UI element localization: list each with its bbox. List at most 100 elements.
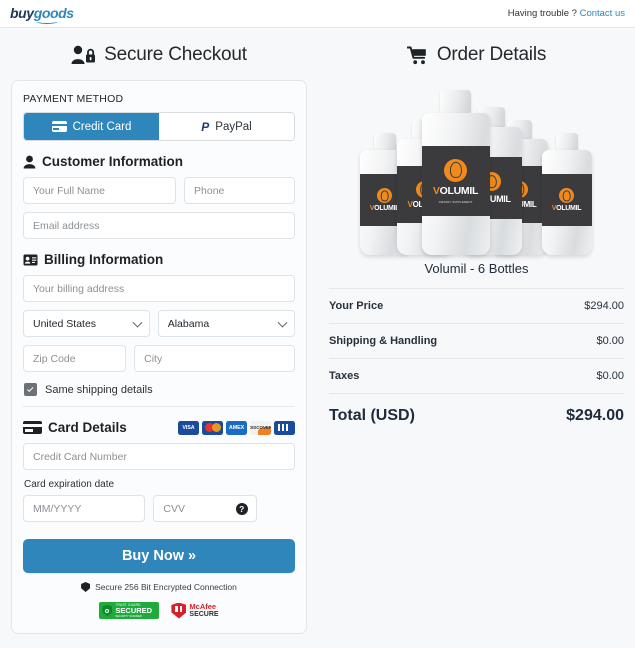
order-details-column: Order Details VOLUMIL V OLUMIL VOLUMIL O…	[318, 28, 635, 425]
country-select[interactable]: United States	[23, 310, 150, 337]
expiry-cvv-row: MM/YYYY CVV ?	[23, 495, 295, 522]
email-input[interactable]: Email address	[23, 212, 295, 239]
checkout-column: Secure Checkout PAYMENT METHOD Credit Ca…	[0, 28, 318, 634]
card-expiration-label: Card expiration date	[24, 479, 115, 490]
price-row-shipping: Shipping & Handling $0.00	[329, 323, 624, 358]
tab-credit-card-label: Credit Card	[72, 120, 132, 133]
same-shipping-checkbox[interactable]	[24, 383, 37, 396]
top-header-bar: buygoods Having trouble ? Contact us	[0, 0, 635, 28]
having-trouble-label: Having trouble ?	[507, 8, 577, 19]
logo-text-buy: buy	[10, 4, 34, 21]
secure-checkout-title: Secure Checkout	[104, 44, 247, 65]
customer-information-heading: Customer Information	[23, 154, 295, 169]
total-value: $294.00	[566, 407, 624, 424]
bottle-label-initial: V	[432, 184, 440, 197]
checkout-page: buygoods Having trouble ? Contact us Sec…	[0, 0, 635, 648]
price-row-your-price: Your Price $294.00	[329, 288, 624, 323]
payment-card-panel: PAYMENT METHOD Credit Card P PayPal Cust…	[11, 80, 307, 634]
visa-icon: VISA	[178, 420, 199, 435]
card-details-divider	[23, 406, 295, 407]
secure-checkout-heading: Secure Checkout	[0, 44, 318, 66]
tab-paypal-label: PayPal	[215, 120, 252, 133]
card-details-heading: Card Details VISA AMEX DISCOVER	[23, 420, 295, 435]
card-brand-logos: VISA AMEX DISCOVER	[178, 420, 295, 435]
discover-label: DISCOVER	[250, 425, 271, 430]
customer-information-label: Customer Information	[42, 154, 184, 169]
country-select-value: United States	[23, 310, 150, 337]
city-input[interactable]: City	[134, 345, 295, 372]
help-text-wrapper: Having trouble ? Contact us	[508, 8, 625, 19]
taxes-label: Taxes	[329, 370, 360, 382]
order-details-title: Order Details	[436, 44, 547, 65]
bottle-label-name: OLUMIL	[439, 184, 479, 197]
trust-badges: TRUST GUARD SECURED SECURITY SCANNED McA…	[23, 602, 295, 619]
order-details-heading: Order Details	[318, 44, 635, 66]
payment-method-tabs: Credit Card P PayPal	[23, 112, 295, 141]
country-state-row: United States Alabama	[23, 310, 295, 337]
same-shipping-row[interactable]: Same shipping details	[24, 383, 295, 396]
tab-paypal[interactable]: P PayPal	[159, 113, 294, 140]
your-price-label: Your Price	[329, 300, 384, 312]
full-name-input[interactable]: Your Full Name	[23, 177, 177, 204]
logo-swoosh-icon	[36, 19, 58, 24]
question-mark-icon[interactable]: ?	[235, 502, 248, 515]
expiration-input[interactable]: MM/YYYY	[23, 495, 146, 522]
shipping-value: $0.00	[596, 335, 624, 347]
billing-address-input[interactable]: Your billing address	[23, 275, 295, 302]
taxes-value: $0.00	[596, 370, 624, 382]
state-select[interactable]: Alabama	[157, 310, 295, 337]
email-row: Email address	[23, 212, 295, 239]
shopping-cart-icon	[406, 46, 426, 64]
contact-us-link[interactable]: Contact us	[580, 8, 625, 19]
billing-address-row: Your billing address	[23, 275, 295, 302]
secured-shield-icon	[102, 604, 113, 617]
cvv-wrapper: CVV ?	[153, 495, 257, 522]
card-number-input[interactable]: Credit Card Number	[23, 443, 295, 470]
card-details-label: Card Details	[48, 420, 127, 435]
buygoods-logo[interactable]: buygoods	[10, 4, 74, 24]
zip-code-input[interactable]: Zip Code	[23, 345, 127, 372]
secured-badge-main: SECURED	[115, 606, 153, 615]
billing-information-heading: Billing Information	[23, 252, 295, 267]
mcafee-secure-badge[interactable]: McAfee SECURE	[171, 602, 219, 619]
bottle-label-sub: DIETARY SUPPLEMENT	[438, 199, 473, 204]
generic-card-icon	[274, 420, 295, 435]
main-columns: Secure Checkout PAYMENT METHOD Credit Ca…	[0, 28, 635, 634]
mcafee-shield-icon	[171, 602, 187, 619]
secured-badge-bottom: SECURITY SCANNED	[115, 615, 142, 618]
secure-connection-note: Secure 256 Bit Encrypted Connection	[23, 582, 295, 592]
buy-now-button[interactable]: Buy Now »	[23, 539, 295, 573]
person-icon	[23, 155, 36, 168]
person-lock-icon	[71, 45, 96, 64]
discover-icon: DISCOVER	[250, 420, 271, 435]
price-row-total: Total (USD) $294.00	[329, 393, 624, 425]
billing-information-label: Billing Information	[44, 252, 164, 267]
check-icon	[26, 385, 33, 392]
mastercard-icon	[202, 420, 223, 435]
phone-input[interactable]: Phone	[184, 177, 295, 204]
product-name: Volumil - 6 Bottles	[424, 261, 529, 276]
credit-card-icon	[51, 121, 67, 132]
state-select-value: Alabama	[157, 310, 295, 337]
secure-connection-text: Secure 256 Bit Encrypted Connection	[95, 582, 237, 592]
payment-method-label: PAYMENT METHOD	[23, 93, 124, 105]
your-price-value: $294.00	[584, 300, 624, 312]
card-icon	[23, 421, 42, 434]
shipping-label: Shipping & Handling	[329, 335, 438, 347]
trust-guard-secured-badge[interactable]: TRUST GUARD SECURED SECURITY SCANNED	[99, 602, 160, 619]
tab-credit-card[interactable]: Credit Card	[24, 113, 159, 140]
bottle-group: VOLUMIL V OLUMIL VOLUMIL OLUMIL VOLUMIL …	[352, 90, 602, 255]
bottle-back-right: VOLUMIL	[541, 133, 592, 255]
id-card-icon	[23, 254, 38, 265]
shield-icon	[81, 582, 91, 592]
bottle-front-center: VOLUMIL DIETARY SUPPLEMENT	[421, 90, 490, 255]
same-shipping-label: Same shipping details	[45, 383, 153, 396]
price-row-taxes: Taxes $0.00	[329, 358, 624, 393]
amex-icon: AMEX	[226, 420, 247, 435]
mcafee-badge-top: McAfee	[189, 602, 217, 611]
card-number-row: Credit Card Number	[23, 443, 295, 470]
zip-city-row: Zip Code City	[23, 345, 295, 372]
name-phone-row: Your Full Name Phone	[23, 177, 295, 204]
paypal-icon: P	[201, 119, 210, 134]
product-image: VOLUMIL V OLUMIL VOLUMIL OLUMIL VOLUMIL …	[318, 80, 635, 255]
